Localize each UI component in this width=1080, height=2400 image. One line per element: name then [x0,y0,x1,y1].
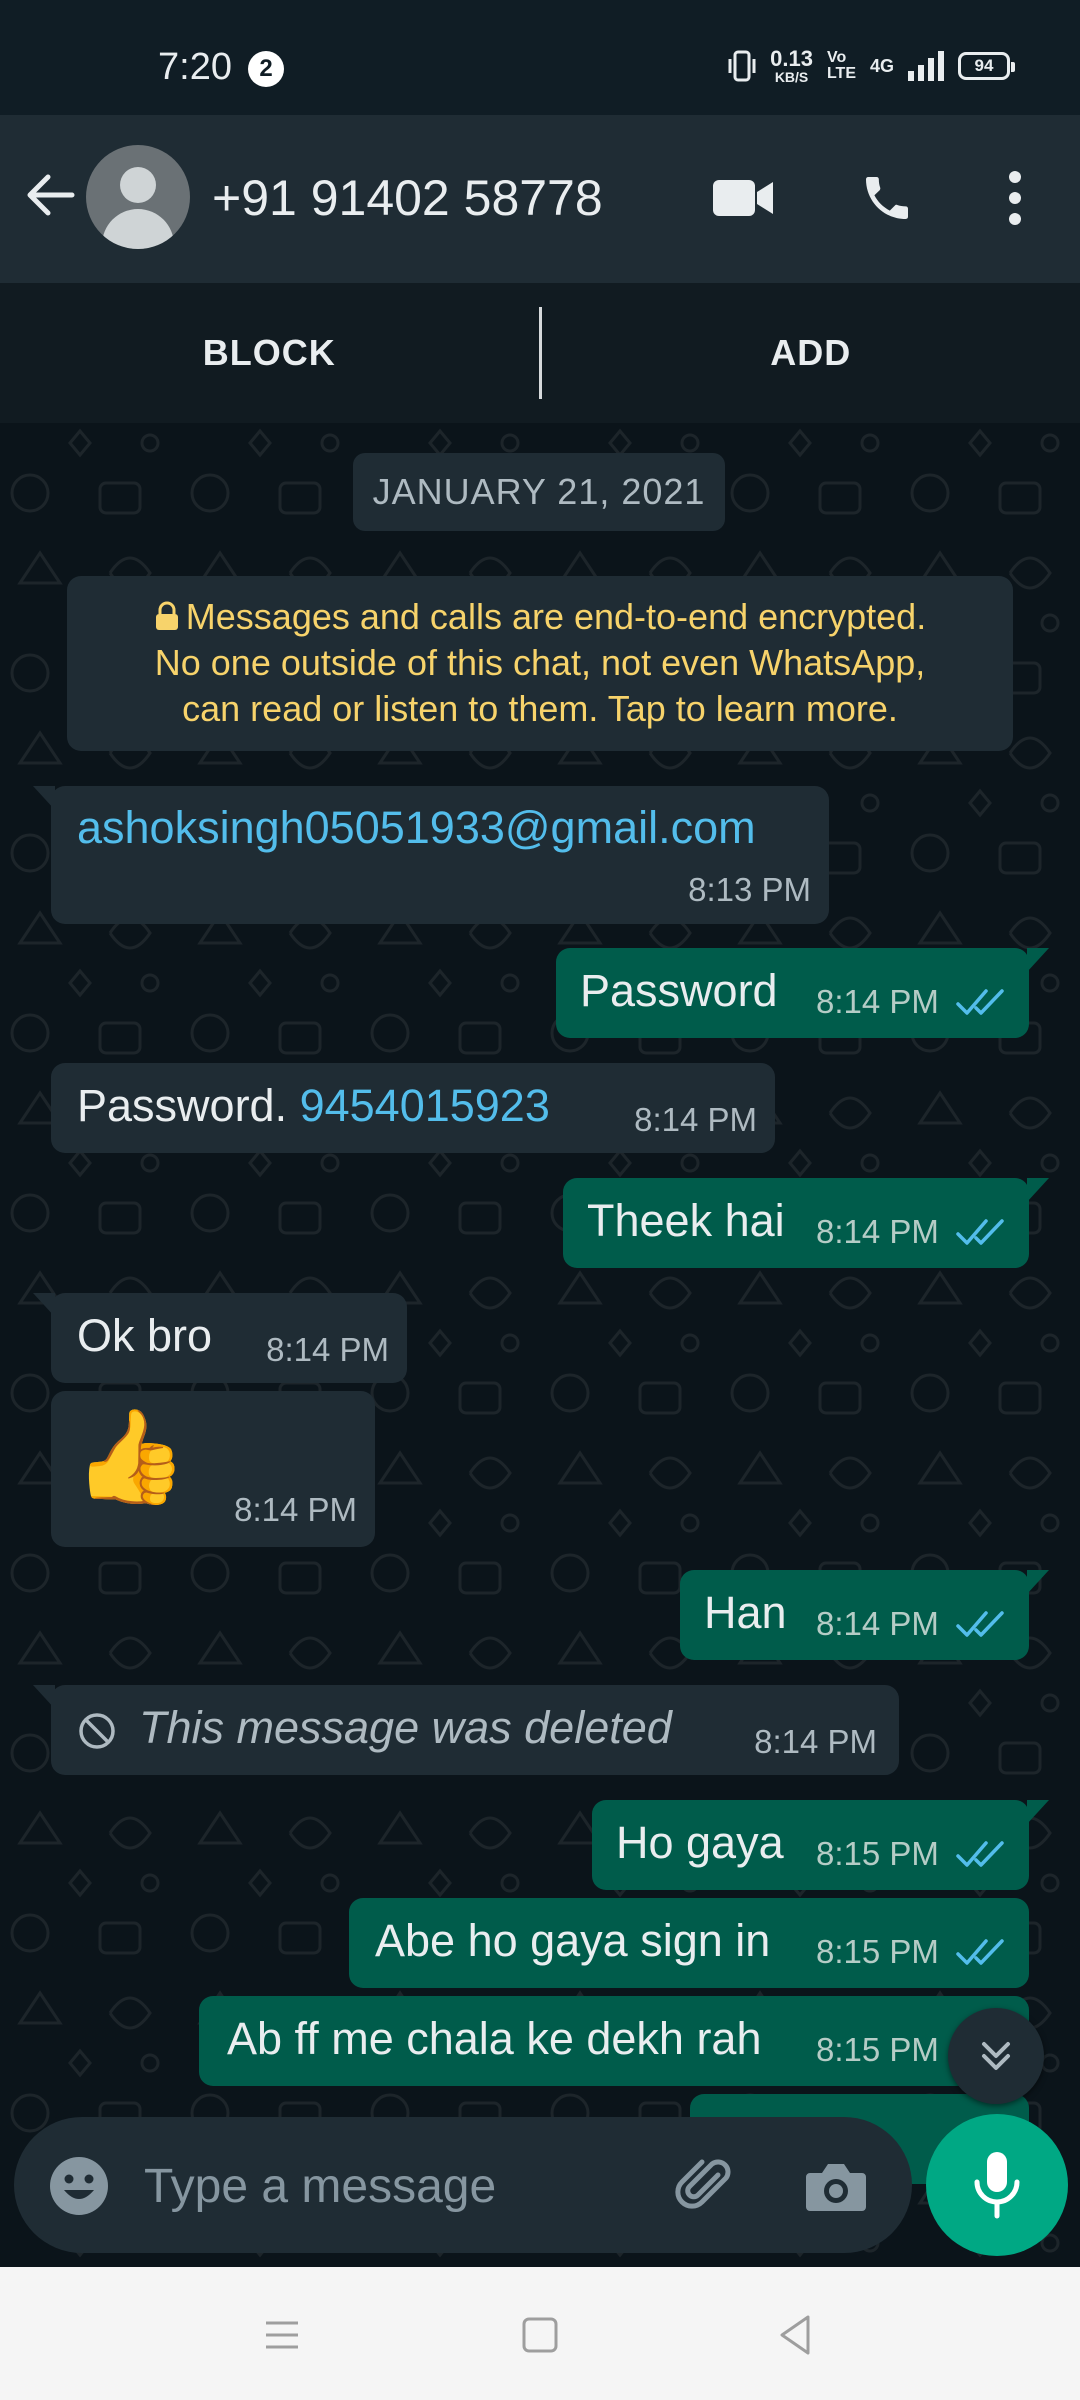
status-indicators: 0.13 KB/S Vo LTE 4G 94 [728,44,1015,88]
message-time: 8:14 PM [816,1213,939,1250]
attach-icon[interactable] [674,2153,738,2217]
voice-call-button[interactable] [852,163,922,233]
emoji-icon[interactable] [48,2155,110,2217]
message-time: 8:14 PM [816,1605,939,1642]
contact-name[interactable]: +91 91402 58778 [212,169,603,227]
phone-icon [866,177,908,219]
message-deleted-text: This message was deleted [139,1702,672,1753]
message-text: Password [580,965,778,1016]
video-call-icon [713,180,773,216]
message-time: 8:14 PM [634,1101,757,1138]
message-text-prefix: Password. [77,1080,300,1131]
status-bar: 7:20 2 0.13 KB/S Vo LTE 4G 94 [0,0,1080,115]
message-incoming[interactable]: Ok bro 8:14 PM [33,1293,407,1383]
message-time: 8:14 PM [754,1723,877,1760]
signal-icon [908,51,944,81]
thumbs-up-icon: 👍 [73,1406,188,1508]
more-options-button[interactable] [980,163,1050,233]
message-text: Password. 9454015923 [77,1080,550,1132]
message-outgoing[interactable]: Abe ho gaya sign in 8:15 PM [349,1898,1029,1988]
volte-top: Vo [826,49,847,66]
add-contact-button[interactable]: ADD [542,332,1080,374]
message-text: Ok bro [77,1310,213,1361]
message-time: 8:15 PM [816,1933,939,1970]
microphone-icon [974,2152,1020,2219]
double-chevron-down-icon [982,2042,1010,2070]
battery-level: 94 [974,56,994,75]
back-arrow-icon[interactable] [22,167,78,223]
network-type: 4G [869,55,894,76]
blocked-icon [79,1713,115,1749]
message-time: 8:14 PM [234,1491,357,1528]
message-outgoing[interactable]: Ab ff me chala ke dekh rah 8:15 PM [199,1996,1029,2086]
camera-icon[interactable] [804,2155,868,2217]
message-email-link[interactable]: ashoksingh05051933@gmail.com [77,802,756,854]
system-nav-bar [0,2267,1080,2400]
encryption-notice[interactable]: Messages and calls are end-to-end encryp… [67,576,1013,751]
chat-header: +91 91402 58778 [0,115,1080,283]
message-time: 8:13 PM [688,871,811,908]
message-outgoing[interactable]: Theek hai 8:14 PM [563,1178,1049,1268]
message-text: Theek hai [587,1195,785,1246]
battery-icon: 94 [958,52,1015,80]
message-text: Ab ff me chala ke dekh rah [227,2013,762,2064]
volte-indicator: Vo LTE [827,50,856,82]
encryption-line-3: can read or listen to them. Tap to learn… [182,688,898,729]
message-outgoing[interactable]: Ho gaya 8:15 PM [592,1800,1049,1890]
read-ticks-icon [956,1939,1004,1965]
lock-icon [155,601,178,630]
encryption-line-1: Messages and calls are end-to-end encryp… [185,596,927,637]
message-outgoing[interactable]: Password 8:14 PM [556,948,1049,1038]
message-time: 8:14 PM [816,983,939,1020]
message-time: 8:15 PM [816,1835,939,1872]
net-speed-value: 0.13 [770,46,813,71]
notification-count-badge: 2 [248,51,284,87]
volte-bottom: LTE [826,65,856,82]
home-icon[interactable] [516,2311,564,2359]
message-text: Ho gaya [616,1817,784,1868]
net-speed: 0.13 KB/S [770,46,813,85]
encryption-line-2: No one outside of this chat, not even Wh… [154,642,926,683]
menu-icon[interactable] [258,2311,306,2359]
message-outgoing[interactable]: Han 8:14 PM [680,1570,1049,1660]
read-ticks-icon [956,1841,1004,1867]
back-icon[interactable] [772,2311,820,2359]
message-composer: Type a message [14,2117,912,2253]
voice-message-button[interactable] [926,2114,1068,2256]
scroll-to-bottom-button[interactable] [948,2008,1044,2104]
message-input[interactable]: Type a message [144,2159,496,2214]
unknown-contact-actions: BLOCK ADD [0,283,1080,423]
message-deleted[interactable]: This message was deleted 8:14 PM [33,1685,899,1775]
message-text: Abe ho gaya sign in [375,1915,771,1966]
status-time: 7:20 [158,46,232,88]
message-incoming-emoji[interactable]: 👍 8:14 PM [51,1391,375,1547]
message-time: 8:15 PM [816,2031,939,2068]
read-ticks-icon [956,989,1004,1015]
video-call-button[interactable] [708,163,778,233]
block-button[interactable]: BLOCK [0,332,539,374]
message-incoming[interactable]: ashoksingh05051933@gmail.com 8:13 PM [33,786,829,924]
net-speed-unit: KB/S [774,69,809,85]
message-phone-link[interactable]: 9454015923 [300,1080,550,1131]
message-incoming[interactable]: Password. 9454015923 8:14 PM [51,1063,775,1153]
avatar[interactable] [86,145,190,249]
more-vert-icon [1009,171,1021,225]
vibrate-icon [728,50,756,82]
message-text: Han [704,1587,787,1638]
date-chip: JANUARY 21, 2021 [353,453,725,531]
read-ticks-icon [956,1219,1004,1245]
chat-area[interactable]: BLOCK ADD JANUARY 21, 2021 Messages and … [0,283,1080,2267]
read-ticks-icon [956,1611,1004,1637]
message-time: 8:14 PM [266,1331,389,1368]
